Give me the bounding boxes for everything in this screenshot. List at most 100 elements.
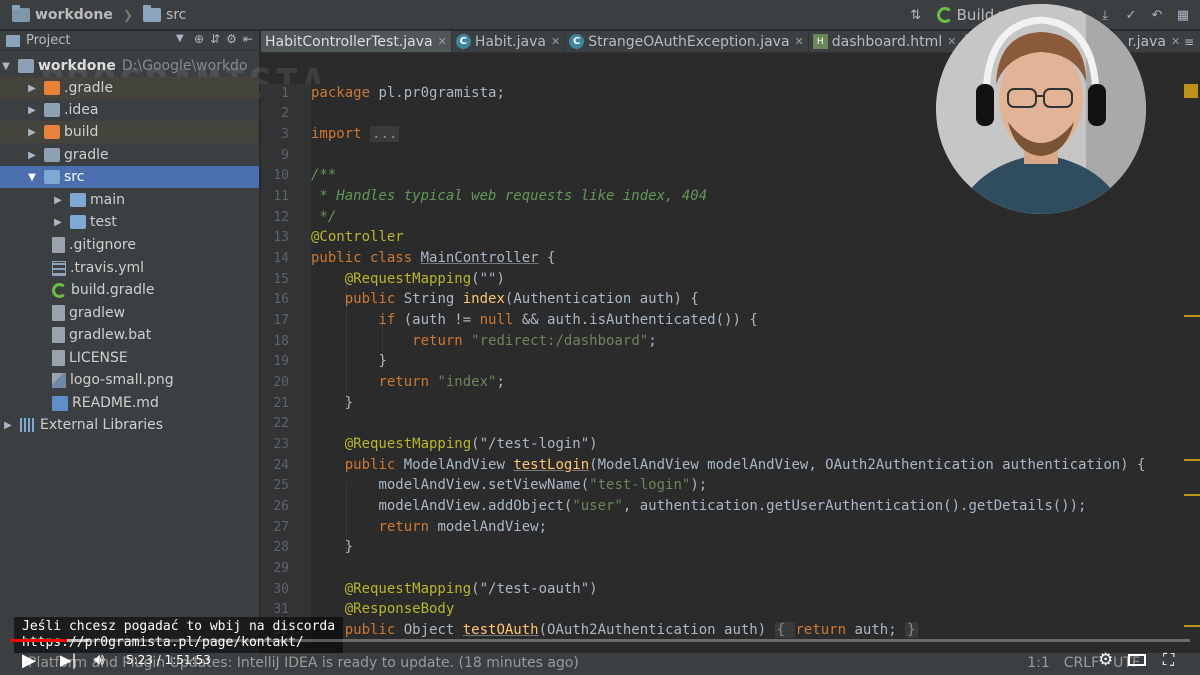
expand-arrow-icon[interactable]: ▶ (26, 105, 38, 116)
code-line: * Handles typical web requests like inde… (311, 188, 708, 204)
tree-item-build[interactable]: ▶ build (0, 121, 259, 143)
folder-icon (44, 170, 60, 184)
line-number: 25 (273, 478, 289, 493)
tab-habit-controller-test[interactable]: HabitControllerTest.java ✕ (261, 31, 452, 52)
code-line: } (344, 539, 354, 555)
file-icon (52, 237, 65, 253)
tree-item-gradlew-bat[interactable]: gradlew.bat (0, 324, 259, 346)
folder-icon (44, 125, 60, 139)
tree-item-label: README.md (72, 395, 159, 411)
tree-item-label: .gitignore (69, 237, 136, 253)
line-number: 11 (273, 189, 289, 204)
expand-arrow-icon[interactable]: ▶ (26, 127, 38, 138)
code-line: */ (311, 209, 337, 225)
undo-icon[interactable]: ↶ (1148, 6, 1166, 24)
code-line: @Controller (311, 229, 404, 245)
tree-root-path: D:\Google\workdo (121, 58, 248, 74)
project-panel-title[interactable]: Project (26, 33, 70, 48)
tree-item-gitignore[interactable]: .gitignore (0, 234, 259, 256)
next-icon[interactable]: ▶| (60, 645, 77, 675)
play-icon[interactable]: ▶ (22, 645, 36, 675)
tree-item-external-libraries[interactable]: ▶ External Libraries (0, 414, 259, 436)
tree-item-travis[interactable]: .travis.yml (0, 257, 259, 279)
tree-item-gradle-dir[interactable]: ▶ .gradle (0, 77, 259, 99)
code-line: public class MainController { (311, 250, 556, 266)
theater-mode-icon[interactable] (1128, 645, 1146, 675)
volume-icon[interactable]: 🔊︎ (94, 645, 105, 675)
java-class-icon: C (455, 34, 471, 49)
hide-icon[interactable]: ⇤ (243, 32, 253, 46)
breadcrumb-folder-label: src (165, 6, 187, 23)
expand-arrow-icon[interactable]: ▼ (0, 61, 12, 72)
tree-item-label: gradle (64, 147, 109, 163)
line-number: 27 (273, 520, 289, 535)
tree-item-gradlew[interactable]: gradlew (0, 302, 259, 324)
tree-item-label: src (64, 169, 85, 185)
settings-icon[interactable]: ▦ (1174, 6, 1192, 24)
expand-arrow-icon[interactable]: ▶ (2, 420, 14, 431)
tab-hidden-java[interactable]: r.java ✕ (1124, 31, 1186, 52)
tab-label: r.java (1127, 33, 1166, 50)
code-line: @RequestMapping("/test-login") (344, 436, 598, 452)
sort-icon[interactable]: ⇅ (907, 6, 925, 24)
html-file-icon: H (812, 34, 828, 49)
tab-label: HabitControllerTest.java (265, 33, 433, 50)
fullscreen-icon[interactable]: ⛶ (1163, 645, 1174, 675)
library-icon (20, 418, 36, 432)
warning-marker[interactable] (1184, 459, 1200, 461)
expand-arrow-icon[interactable]: ▶ (26, 83, 38, 94)
close-icon[interactable]: ✕ (947, 35, 956, 48)
gear-icon[interactable]: ⚙ (226, 32, 237, 46)
warning-marker[interactable] (1184, 315, 1200, 317)
warning-marker[interactable] (1184, 625, 1200, 627)
breadcrumb-folder[interactable]: src (142, 4, 187, 23)
tree-item-gradle[interactable]: ▶ gradle (0, 144, 259, 166)
expand-arrow-icon[interactable]: ▶ (52, 195, 64, 206)
tab-strange-oauth-exception[interactable]: C StrangeOAuthException.java ✕ (565, 31, 809, 52)
tree-item-main[interactable]: ▶ main (0, 189, 259, 211)
webcam-overlay (936, 4, 1146, 214)
tree-item-label: .idea (64, 102, 99, 118)
folded-imports[interactable]: ... (370, 126, 400, 142)
vcs-commit-icon[interactable]: ✓ (1122, 6, 1140, 24)
gradle-icon (936, 7, 953, 23)
video-progress-bar[interactable] (10, 639, 1190, 642)
expand-arrow-icon[interactable]: ▼ (26, 172, 38, 183)
line-number: 9 (281, 148, 289, 163)
scroll-from-source-icon[interactable]: ⊕ (194, 32, 204, 46)
folder-icon (70, 193, 86, 207)
tree-item-readme[interactable]: README.md (0, 392, 259, 414)
expand-arrow-icon[interactable]: ▶ (26, 150, 38, 161)
close-icon[interactable]: ✕ (1171, 35, 1180, 48)
close-icon[interactable]: ✕ (551, 35, 560, 48)
editor-scrollbar[interactable] (1184, 84, 1200, 644)
breadcrumb-project[interactable]: workdone (12, 4, 113, 23)
tree-item-idea[interactable]: ▶ .idea (0, 99, 259, 121)
close-icon[interactable]: ✕ (795, 35, 804, 48)
close-icon[interactable]: ✕ (438, 35, 447, 48)
collapse-all-icon[interactable]: ⇵ (210, 32, 220, 46)
line-number: 12 (273, 210, 289, 225)
tree-item-test[interactable]: ▶ test (0, 211, 259, 233)
markdown-file-icon (52, 395, 68, 411)
file-icon (52, 327, 65, 343)
warning-marker[interactable] (1184, 494, 1200, 496)
tree-item-build-gradle[interactable]: build.gradle (0, 279, 259, 301)
settings-icon[interactable]: ⚙ (1098, 645, 1113, 675)
code-line: return modelAndView; (378, 519, 548, 535)
tab-overflow-menu[interactable]: ≡ (1179, 31, 1194, 52)
tree-item-src[interactable]: ▼ src (0, 166, 259, 188)
expand-arrow-icon[interactable]: ▶ (52, 217, 64, 228)
tree-item-license[interactable]: LICENSE (0, 347, 259, 369)
line-number: 2 (281, 106, 289, 121)
inspection-status-icon[interactable] (1184, 84, 1198, 98)
line-number: 18 (273, 334, 289, 349)
tab-dashboard-html[interactable]: H dashboard.html ✕ (809, 31, 962, 52)
line-number: 31 (273, 602, 289, 617)
tab-habit[interactable]: C Habit.java ✕ (452, 31, 566, 52)
tree-root[interactable]: ▼ workdone D:\Google\workdo (0, 55, 259, 77)
tree-item-logo[interactable]: logo-small.png (0, 369, 259, 391)
tab-label: StrangeOAuthException.java (588, 33, 790, 50)
chevron-down-icon[interactable]: ▼ (176, 33, 184, 44)
player-controls: ▶ ▶| 🔊︎ 5:23 / 1:51:53 ⚙ ⛶ (0, 645, 1200, 675)
